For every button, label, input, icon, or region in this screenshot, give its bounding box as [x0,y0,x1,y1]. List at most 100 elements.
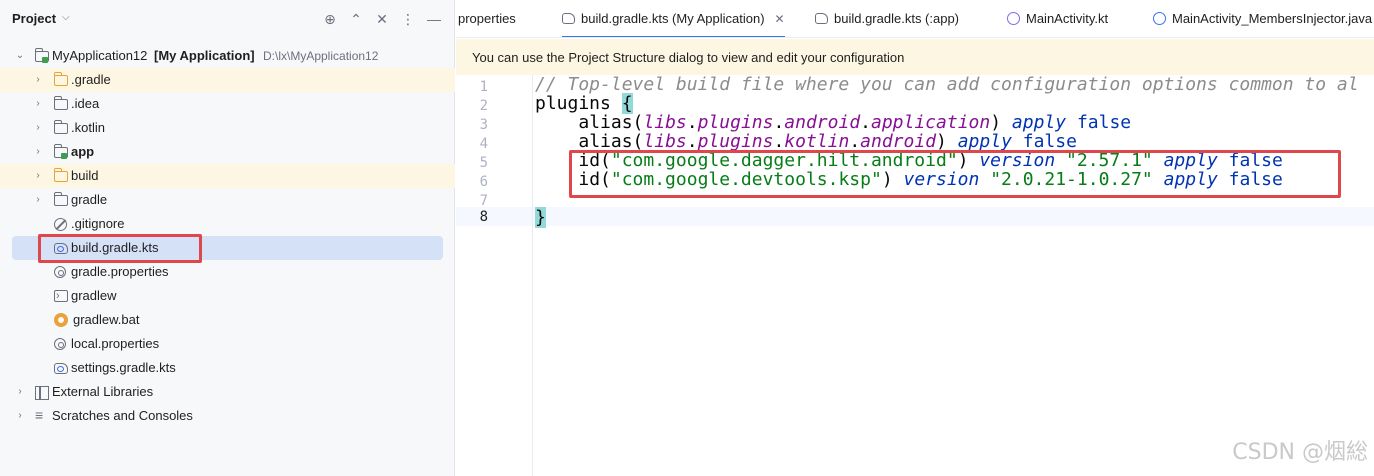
tab-label: properties [458,11,516,26]
folder-icon [54,168,68,182]
tree-item-label: gradle [71,192,108,207]
chevron-down-icon[interactable]: ⌄ [15,44,25,68]
folder-icon [54,96,68,110]
gradle-kts-icon [562,13,575,24]
bat-file-icon [54,313,68,327]
line-number: 2 [479,98,488,114]
code-line-3: alias(libs.plugins.android.application) … [578,112,1132,133]
tab-build-gradle-project[interactable]: build.gradle.kts (My Application) ✕ [562,0,785,37]
tree-item-label: gradle.properties [71,264,169,279]
tree-item-gradlew[interactable]: gradlew [0,284,455,308]
gradle-kts-icon [815,13,828,24]
tab-properties[interactable]: properties [458,0,516,37]
collapse-all-icon[interactable]: ✕ [372,9,392,29]
module-folder-icon [35,48,49,63]
folder-icon [54,72,68,86]
tree-item-label: .gitignore [71,216,125,231]
tree-item-label: .kotlin [71,120,105,135]
tree-item-label: .gradle [71,72,111,87]
close-icon[interactable]: ✕ [775,12,785,26]
hide-icon[interactable]: — [424,9,444,29]
ignore-file-icon [54,218,67,231]
gradle-kts-icon [54,363,68,374]
tab-label: MainActivity_MembersInjector.java [1172,11,1373,26]
chevron-down-icon[interactable]: ⌵ [62,12,70,23]
tab-label: build.gradle.kts (:app) [834,11,960,26]
tree-item-label: build [71,168,99,183]
tree-item-external-libraries[interactable]: › External Libraries [0,380,455,404]
tree-item-label: gradlew [71,288,117,303]
code-line-1: // Top-level build file where you can ad… [535,75,1359,95]
current-line-highlight [456,207,1374,226]
project-panel-header: Project ⌵ ⊕ ⌃ ✕ ⋮ — [0,0,455,38]
terminal-file-icon [54,284,68,308]
project-view-selector[interactable]: Project [12,11,56,26]
gutter-separator [532,75,533,476]
kotlin-class-icon [1007,12,1020,25]
chevron-right-icon[interactable]: › [33,116,43,140]
tree-item-settings-gradle-kts[interactable]: settings.gradle.kts [0,356,455,380]
code-editor[interactable]: 1 2 3 4 5 6 7 8 // Top-level build file … [456,75,1374,476]
tree-item-idea[interactable]: › .idea [0,92,455,116]
tree-item-label: gradlew.bat [73,312,140,327]
chevron-right-icon[interactable]: › [15,380,25,404]
tree-item-label: External Libraries [52,384,154,399]
code-line-8: } [535,207,546,228]
tab-build-gradle-app[interactable]: build.gradle.kts (:app) [815,0,960,37]
chevron-right-icon[interactable]: › [33,140,43,164]
chevron-right-icon[interactable]: › [33,188,43,212]
expand-all-icon[interactable]: ⌃ [346,9,366,29]
tree-item-gradle[interactable]: › gradle [0,188,455,212]
tree-item-gradle-cache[interactable]: › .gradle [0,68,455,92]
tree-item-path: D:\lx\MyApplication12 [263,49,379,63]
watermark: CSDN @烟総 [1232,440,1368,465]
tree-item-kotlin[interactable]: › .kotlin [0,116,455,140]
chevron-right-icon[interactable]: › [33,164,43,188]
line-number: 8 [479,209,488,225]
tree-item-gradle-properties[interactable]: gradle.properties [0,260,455,284]
tab-label: build.gradle.kts (My Application) [581,11,765,26]
line-number: 5 [479,155,488,171]
settings-file-icon [54,266,66,278]
editor-tab-bar: properties build.gradle.kts (My Applicat… [456,0,1374,38]
annotation-highlight-box [38,234,202,263]
tree-item-gitignore[interactable]: .gitignore [0,212,455,236]
line-number: 3 [479,117,488,133]
scratches-icon [35,403,49,427]
chevron-right-icon[interactable]: › [33,68,43,92]
tree-item-root[interactable]: ⌄ MyApplication12 [My Application] D:\lx… [0,44,455,68]
code-line-4: alias(libs.plugins.kotlin.android) apply… [578,131,1077,152]
tab-main-activity[interactable]: MainActivity.kt [1007,0,1109,37]
chevron-right-icon[interactable]: › [33,92,43,116]
project-panel: Project ⌵ ⊕ ⌃ ✕ ⋮ — ⌄ MyApplication12 [M… [0,0,455,476]
options-icon[interactable]: ⋮ [398,9,418,29]
annotation-highlight-box [569,150,1341,198]
folder-icon [54,120,68,134]
tree-item-label: Scratches and Consoles [52,408,193,423]
line-number: 4 [479,136,488,152]
tree-item-label: app [71,144,95,159]
tree-item-scratches[interactable]: › Scratches and Consoles [0,403,455,428]
project-structure-banner: You can use the Project Structure dialog… [456,39,1374,75]
folder-icon [54,192,68,206]
library-icon [35,385,49,400]
tab-members-injector[interactable]: MainActivity_MembersInjector.java [1153,0,1373,37]
tree-item-label: local.properties [71,336,160,351]
tab-label: MainActivity.kt [1026,11,1109,26]
line-number: 6 [479,174,488,190]
banner-text: You can use the Project Structure dialog… [472,50,905,65]
tree-item-project-name: [My Application] [154,48,255,63]
tree-item-label: .idea [71,96,100,111]
line-number: 1 [479,79,488,95]
locate-icon[interactable]: ⊕ [320,9,340,29]
chevron-right-icon[interactable]: › [15,404,25,428]
code-line-2: plugins { [535,93,633,114]
tree-item-gradlew-bat[interactable]: gradlew.bat [0,308,455,332]
tree-item-app[interactable]: › app [0,140,455,164]
tree-item-label: MyApplication12 [52,48,148,63]
tree-item-local-properties[interactable]: local.properties [0,332,455,356]
settings-file-icon [54,338,66,350]
java-class-icon [1153,12,1166,25]
module-folder-icon [54,144,68,159]
tree-item-build[interactable]: › build [0,164,455,188]
